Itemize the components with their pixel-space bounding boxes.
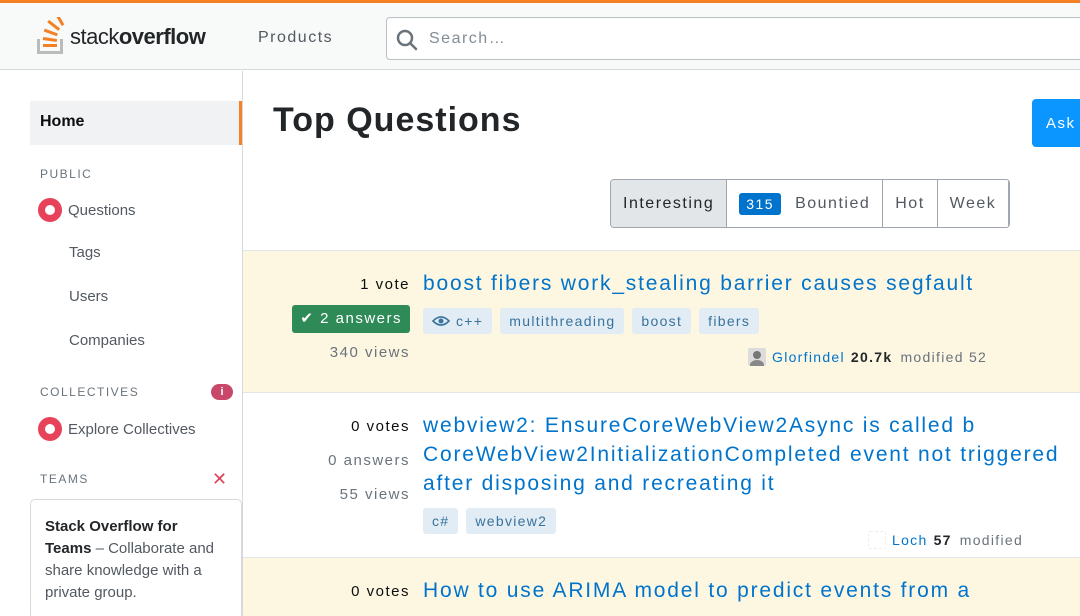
sidebar-item-questions-label: Questions	[68, 201, 136, 219]
search-icon	[396, 29, 418, 51]
stack-overflow-logo[interactable]: stackoverflow	[34, 17, 206, 57]
avatar[interactable]	[748, 348, 766, 366]
question-title[interactable]: webview2: EnsureCoreWebView2Async is cal…	[423, 411, 1080, 498]
activity-text[interactable]: modified	[960, 532, 1023, 548]
question-summary: 1 vote ✔ 2 answers 340 views boost fiber…	[243, 250, 1080, 392]
teams-promo: Stack Overflow for Teams – Collaborate a…	[30, 499, 242, 616]
section-label-collectives: COLLECTIVES	[40, 385, 140, 399]
bounty-count-badge: 315	[739, 192, 782, 215]
collectives-icon	[38, 417, 62, 441]
vote-count: 1 vote	[360, 276, 410, 293]
info-icon[interactable]: i	[211, 384, 233, 400]
sidebar-item-companies[interactable]: Companies	[69, 332, 145, 349]
question-title[interactable]: boost fibers work_stealing barrier cause…	[423, 269, 1080, 298]
tag-boost[interactable]: boost	[632, 308, 692, 334]
vote-count: 0 votes	[351, 418, 410, 435]
accepted-answers-badge: ✔ 2 answers	[292, 305, 410, 333]
sidebar-item-questions[interactable]: Questions	[38, 198, 136, 222]
page-title: Top Questions	[273, 101, 522, 139]
logo-text: stackoverflow	[70, 24, 206, 49]
tab-bountied[interactable]: 315 Bountied	[727, 180, 884, 227]
answer-count: ✔ 2 answers	[292, 302, 410, 336]
tab-week[interactable]: Week	[937, 180, 1010, 227]
user-name[interactable]: Loch	[892, 532, 928, 548]
user-reputation: 20.7k	[850, 349, 893, 365]
activity-text[interactable]: modified 52	[900, 349, 987, 365]
section-label-public: PUBLIC	[40, 167, 93, 181]
question-tags: c++ multithreading boost fibers	[423, 308, 1080, 334]
avatar[interactable]	[868, 531, 886, 549]
eye-icon	[432, 316, 450, 326]
question-summary: 0 votes How to use ARIMA model to predic…	[243, 557, 1080, 616]
question-title[interactable]: How to use ARIMA model to predict events…	[423, 576, 1080, 605]
question-stats: 1 vote ✔ 2 answers 340 views	[292, 268, 410, 370]
view-count: 340 views	[329, 344, 410, 361]
tag-label: c++	[456, 313, 484, 329]
ask-question-button[interactable]: Ask	[1032, 99, 1080, 147]
products-menu[interactable]: Products	[258, 29, 333, 47]
question-meta: Glorfindel 20.7k modified 52	[748, 348, 987, 366]
left-sidebar: Home PUBLIC Questions Tags Users Compani…	[0, 71, 243, 616]
section-label-teams: TEAMS	[40, 472, 89, 486]
question-body: How to use ARIMA model to predict events…	[423, 576, 1080, 605]
globe-icon	[38, 198, 62, 222]
tab-hot[interactable]: Hot	[883, 180, 938, 227]
sidebar-item-explore-collectives-label: Explore Collectives	[68, 420, 196, 438]
view-count: 55 views	[339, 486, 410, 503]
user-reputation: 57	[933, 532, 952, 548]
question-body: boost fibers work_stealing barrier cause…	[423, 269, 1080, 334]
tag-cpp[interactable]: c++	[423, 308, 493, 334]
tag-multithreading[interactable]: multithreading	[500, 308, 625, 334]
question-body: webview2: EnsureCoreWebView2Async is cal…	[423, 411, 1080, 534]
sidebar-item-explore-collectives[interactable]: Explore Collectives	[38, 417, 196, 441]
top-bar: stackoverflow Products	[0, 0, 1080, 70]
user-name[interactable]: Glorfindel	[772, 349, 845, 365]
tab-interesting[interactable]: Interesting	[611, 180, 728, 227]
question-stats: 0 votes 0 answers 55 views	[328, 410, 410, 512]
answer-count: 0 answers	[328, 452, 410, 469]
sidebar-item-tags[interactable]: Tags	[69, 244, 101, 261]
close-icon[interactable]: ✕	[212, 469, 227, 490]
answer-count-label: 2 answers	[320, 310, 402, 327]
tab-bountied-label: Bountied	[795, 194, 871, 212]
main-content: Top Questions Ask Interesting 315 Bounti…	[243, 71, 1080, 616]
tag-webview2[interactable]: webview2	[466, 508, 557, 534]
sidebar-item-users[interactable]: Users	[69, 288, 108, 305]
stack-overflow-logo-icon	[37, 17, 65, 54]
tag-csharp[interactable]: c#	[423, 508, 459, 534]
question-meta: Loch 57 modified	[868, 531, 1023, 549]
sidebar-item-home[interactable]: Home	[30, 101, 242, 145]
question-stats: 0 votes	[351, 575, 410, 609]
search-box[interactable]	[386, 17, 1080, 60]
question-summary: 0 votes 0 answers 55 views webview2: Ens…	[243, 392, 1080, 557]
filter-tabs: Interesting 315 Bountied Hot Week	[610, 179, 1011, 228]
search-input[interactable]	[429, 27, 1069, 51]
vote-count: 0 votes	[351, 583, 410, 600]
tag-fibers[interactable]: fibers	[699, 308, 760, 334]
